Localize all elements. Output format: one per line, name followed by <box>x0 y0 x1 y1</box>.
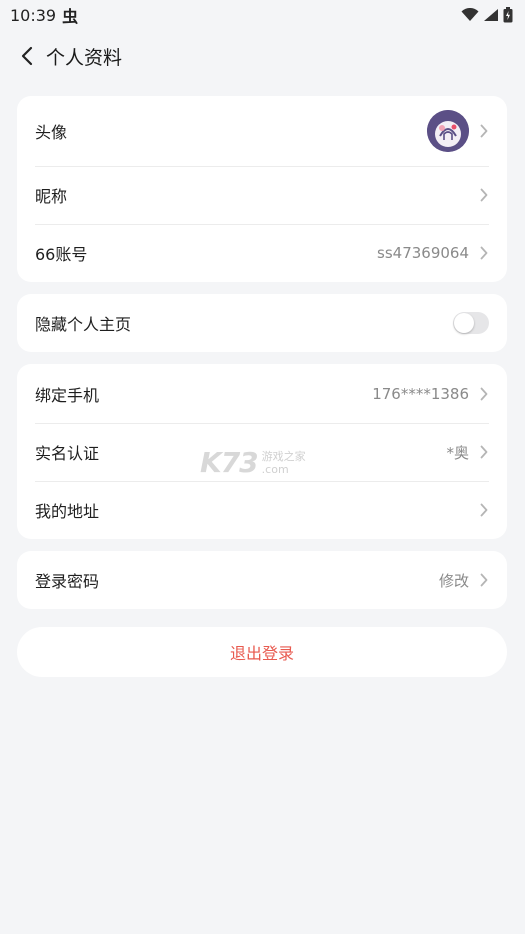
avatar-label: 头像 <box>35 123 68 142</box>
password-label: 登录密码 <box>35 572 100 591</box>
phone-label: 绑定手机 <box>35 385 100 405</box>
back-arrow-icon <box>21 46 33 66</box>
hide-homepage-label: 隐藏个人主页 <box>35 315 132 334</box>
password-action: 修改 <box>438 571 469 590</box>
hide-homepage-toggle[interactable] <box>453 312 489 334</box>
avatar-row[interactable]: 头像 <box>17 96 507 166</box>
password-row[interactable]: 登录密码 修改 <box>17 551 507 609</box>
chevron-right-icon <box>480 503 488 517</box>
nickname-label: 昵称 <box>35 187 68 206</box>
page-title: 个人资料 <box>46 46 123 69</box>
realname-label: 实名认证 <box>35 444 100 463</box>
password-card: 登录密码 修改 <box>17 551 507 609</box>
status-bar: 10:39 虫 <box>0 0 525 30</box>
address-row[interactable]: 我的地址 <box>17 481 507 539</box>
phone-value: 176****1386 <box>372 384 469 403</box>
app-notification-icon: 虫 <box>62 7 79 26</box>
page-header: 个人资料 <box>0 30 525 82</box>
account-value: ss47369064 <box>377 244 469 262</box>
chevron-right-icon <box>480 246 488 260</box>
logout-button[interactable]: 退出登录 <box>17 627 507 677</box>
account-label: 66账号 <box>35 245 88 264</box>
battery-icon <box>503 7 513 23</box>
wifi-icon <box>461 8 479 21</box>
chevron-right-icon <box>480 188 488 202</box>
phone-row[interactable]: 绑定手机 176****1386 <box>17 364 507 423</box>
chevron-right-icon <box>480 573 488 587</box>
account-row[interactable]: 66账号 ss47369064 <box>17 224 507 282</box>
hide-homepage-row: 隐藏个人主页 <box>17 294 507 352</box>
toggle-knob <box>454 313 474 333</box>
signal-icon <box>484 9 498 21</box>
nickname-row[interactable]: 昵称 <box>17 166 507 224</box>
realname-row[interactable]: 实名认证 *奥 <box>17 423 507 481</box>
chevron-right-icon <box>480 124 488 138</box>
avatar[interactable] <box>427 110 469 152</box>
realname-value: *奥 <box>446 443 469 462</box>
address-label: 我的地址 <box>35 502 100 521</box>
chevron-right-icon <box>480 387 488 400</box>
back-button[interactable] <box>12 36 42 76</box>
profile-card: 头像 昵称 66账号 ss47369064 <box>17 96 507 282</box>
binding-card: 绑定手机 176****1386 实名认证 *奥 我的地址 <box>17 364 507 539</box>
privacy-card: 隐藏个人主页 <box>17 294 507 352</box>
chevron-right-icon <box>480 445 488 459</box>
status-time: 10:39 <box>10 5 57 25</box>
logout-label: 退出登录 <box>229 644 294 663</box>
